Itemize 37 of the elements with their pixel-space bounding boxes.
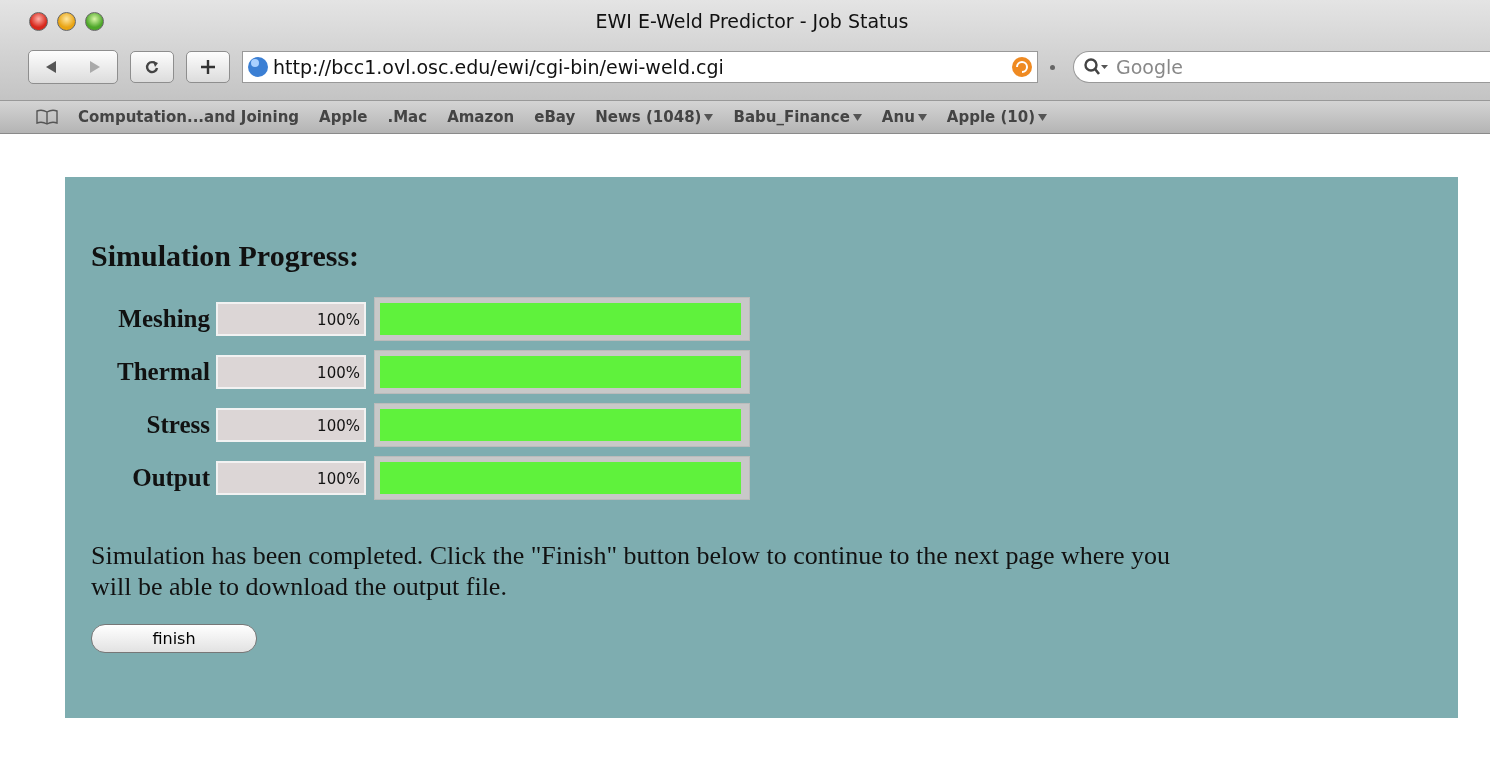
bookmark-folder[interactable]: Babu_Finance [733,108,862,126]
stage-label: Output [131,464,210,492]
reload-button[interactable] [130,51,174,83]
reload-icon [144,59,160,75]
search-field[interactable]: Google [1073,51,1490,83]
window-title: EWI E-Weld Predictor - Job Status [594,10,910,32]
zoom-button[interactable] [85,11,104,31]
minimize-button[interactable] [57,11,76,31]
bookmark-link[interactable]: Computation...and Joining [78,108,300,126]
rss-icon[interactable] [1011,56,1033,78]
right-arrow-icon [88,60,102,74]
stage-label: Meshing [117,305,210,333]
address-field[interactable]: http://bcc1.ovl.osc.edu/ewi/cgi-bin/ewi-weld.cgi [242,51,1038,83]
bookmark-link[interactable]: Apple [319,108,368,126]
finish-button[interactable]: finish [91,624,257,653]
bookmark-folder[interactable]: Apple (10) [946,108,1048,126]
close-button[interactable] [29,11,48,31]
status-message: Simulation has been completed. Click the "Finish" button below to continue to the next page where you will be able to download the output file. [91,540,1172,602]
bookmark-folder[interactable]: Anu [881,108,927,126]
bookmark-link[interactable]: .Mac [387,108,428,126]
stage-label: Stress [145,411,210,439]
percent-field: 100% [216,355,366,389]
bookmark-folder[interactable]: News (1048) [595,108,714,126]
percent-field: 100% [216,461,366,495]
percent-field: 100% [216,408,366,442]
bookmark-link[interactable]: Amazon [447,108,515,126]
stage-label: Thermal [115,358,210,386]
bookmark-link[interactable]: eBay [534,108,576,126]
book-icon[interactable] [36,109,58,125]
resize-handle-icon[interactable] [1050,64,1055,70]
left-arrow-icon [44,60,58,74]
add-bookmark-button[interactable] [186,51,230,83]
page-heading: Simulation Progress: [91,239,361,273]
percent-field: 100% [216,302,366,336]
plus-icon [200,59,216,75]
globe-icon [247,56,269,78]
search-icon[interactable] [1083,57,1109,77]
